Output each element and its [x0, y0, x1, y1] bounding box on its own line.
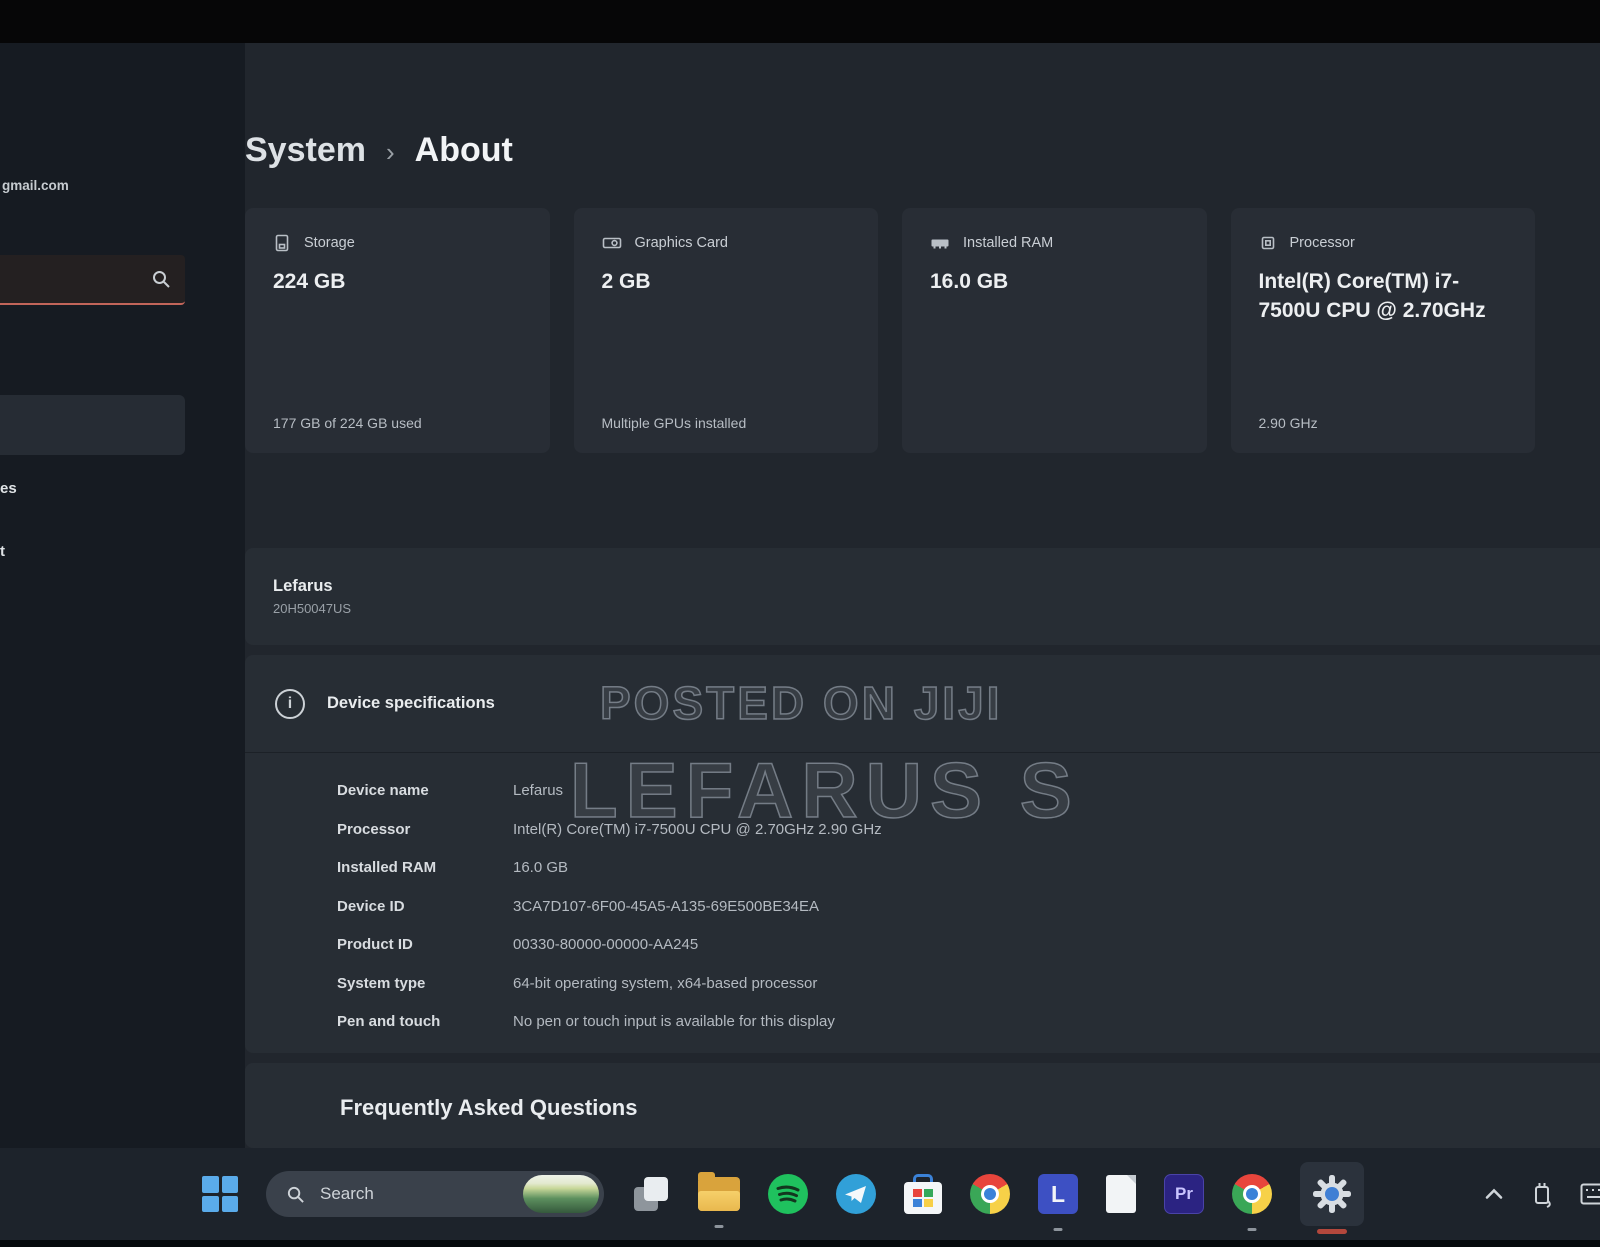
- sidebar-item-system-selected[interactable]: [0, 395, 185, 455]
- microsoft-store-button[interactable]: [904, 1174, 942, 1214]
- search-icon: [153, 271, 170, 288]
- spec-row: Processor Intel(R) Core(TM) i7-7500U CPU…: [337, 820, 882, 838]
- taskbar-search-label: Search: [320, 1184, 374, 1203]
- overview-cards: Storage 224 GB 177 GB of 224 GB used Gra…: [245, 208, 1535, 453]
- settings-app-button[interactable]: [1300, 1162, 1364, 1234]
- device-specifications-title: Device specifications: [327, 694, 495, 712]
- usb-device-icon[interactable]: [1528, 1179, 1556, 1209]
- running-indicator: [1053, 1228, 1063, 1231]
- premiere-icon: Pr: [1164, 1174, 1204, 1214]
- storage-card: Storage 224 GB 177 GB of 224 GB used: [245, 208, 550, 453]
- card-value: 224 GB: [273, 270, 346, 293]
- chrome-icon: [1232, 1174, 1272, 1214]
- card-value: Intel(R) Core(TM) i7-7500U CPU @ 2.70GHz: [1258, 270, 1486, 322]
- running-indicator: [1247, 1228, 1257, 1231]
- graphics-card-icon: [602, 237, 621, 249]
- page-title: About: [414, 131, 513, 169]
- sidebar-search-input[interactable]: [0, 255, 145, 301]
- active-app-indicator: [1317, 1229, 1347, 1234]
- telegram-button[interactable]: [836, 1174, 876, 1214]
- search-highlight-thumbnail[interactable]: [523, 1175, 599, 1213]
- faq-title: Frequently Asked Questions: [340, 1095, 638, 1120]
- windows-logo-icon: [202, 1176, 238, 1212]
- card-caption: 177 GB of 224 GB used: [273, 415, 422, 431]
- running-indicator: [714, 1225, 724, 1228]
- microsoft-store-icon: [904, 1174, 942, 1214]
- task-view-icon: [632, 1175, 670, 1213]
- premiere-button[interactable]: Pr: [1164, 1174, 1204, 1214]
- card-label: Graphics Card: [634, 235, 728, 251]
- card-label: Storage: [304, 235, 355, 251]
- spec-row: Pen and touch No pen or touch input is a…: [337, 1013, 835, 1030]
- spec-row: System type 64-bit operating system, x64…: [337, 974, 818, 992]
- document-icon: [1106, 1175, 1136, 1213]
- search-icon: [287, 1186, 304, 1203]
- device-name: Lefarus: [273, 577, 333, 595]
- device-model: 20H50047US: [273, 601, 352, 616]
- spotify-icon: [768, 1174, 808, 1214]
- taskbar: Search L Pr: [0, 1148, 1600, 1240]
- gear-icon: [1313, 1175, 1351, 1213]
- info-icon: i: [275, 688, 305, 719]
- file-explorer-icon: [698, 1172, 740, 1211]
- card-caption: Multiple GPUs installed: [601, 415, 747, 431]
- taskbar-apps: Search L Pr: [202, 1148, 1364, 1240]
- spec-row: Device ID 3CA7D107-6F00-45A5-A135-69E500…: [337, 897, 820, 915]
- card-label: Installed RAM: [963, 235, 1054, 251]
- processor-icon: [1261, 236, 1274, 250]
- device-specifications-card: i Device specifications Device name Lefa…: [245, 655, 1600, 1053]
- breadcrumb-system[interactable]: System: [245, 131, 366, 170]
- faq-card: Frequently Asked Questions: [245, 1063, 1600, 1148]
- sidebar-search-box[interactable]: [0, 255, 185, 305]
- graphics-card-card: Graphics Card 2 GB Multiple GPUs install…: [573, 208, 878, 453]
- sidebar-item-truncated-2[interactable]: t: [0, 543, 5, 560]
- breadcrumb: System › About: [245, 131, 513, 170]
- ram-icon: [931, 239, 949, 249]
- device-specifications-rows: Device name Lefarus Processor Intel(R) C…: [245, 753, 1600, 1033]
- storage-icon: [275, 234, 289, 252]
- processor-card: Processor Intel(R) Core(TM) i7-7500U CPU…: [1230, 208, 1535, 453]
- file-explorer-button[interactable]: [698, 1172, 740, 1228]
- sidebar-item-truncated-1[interactable]: es: [0, 480, 17, 497]
- about-page: System › About Storage 224 GB 177 GB of …: [245, 43, 1600, 1148]
- spotify-button[interactable]: [768, 1174, 808, 1214]
- chrome-icon: [970, 1174, 1010, 1214]
- device-name-banner: Lefarus 20H50047US: [245, 548, 1600, 645]
- spec-row: Product ID 00330-80000-00000-AA245: [337, 936, 699, 953]
- screen-bottom-bar: [0, 1240, 1600, 1247]
- chrome-second-button[interactable]: [1232, 1174, 1272, 1231]
- card-value: 2 GB: [601, 270, 651, 293]
- card-label: Processor: [1289, 235, 1355, 251]
- l-app-icon: L: [1038, 1174, 1078, 1214]
- installed-ram-card: Installed RAM 16.0 GB: [902, 208, 1207, 453]
- device-specifications-header[interactable]: i Device specifications: [245, 655, 1600, 753]
- spec-row: Installed RAM 16.0 GB: [337, 859, 569, 876]
- chrome-button[interactable]: [970, 1174, 1010, 1214]
- taskbar-search[interactable]: Search: [266, 1171, 604, 1217]
- start-button[interactable]: [202, 1176, 238, 1212]
- keyboard-icon[interactable]: [1580, 1183, 1600, 1205]
- tray-expand-chevron-icon[interactable]: [1484, 1188, 1504, 1200]
- card-caption: 2.90 GHz: [1258, 415, 1318, 431]
- system-tray: [1484, 1148, 1600, 1240]
- telegram-icon: [836, 1174, 876, 1214]
- task-view-button[interactable]: [632, 1175, 670, 1213]
- account-email: gmail.com: [2, 178, 69, 193]
- spec-row: Device name Lefarus: [337, 782, 564, 799]
- card-value: 16.0 GB: [930, 270, 1009, 293]
- settings-sidebar: gmail.com es t: [0, 43, 245, 1148]
- chevron-right-icon: ›: [385, 137, 395, 167]
- l-app-button[interactable]: L: [1038, 1174, 1078, 1231]
- document-app-button[interactable]: [1106, 1175, 1136, 1213]
- screen-top-bar: [0, 0, 1600, 43]
